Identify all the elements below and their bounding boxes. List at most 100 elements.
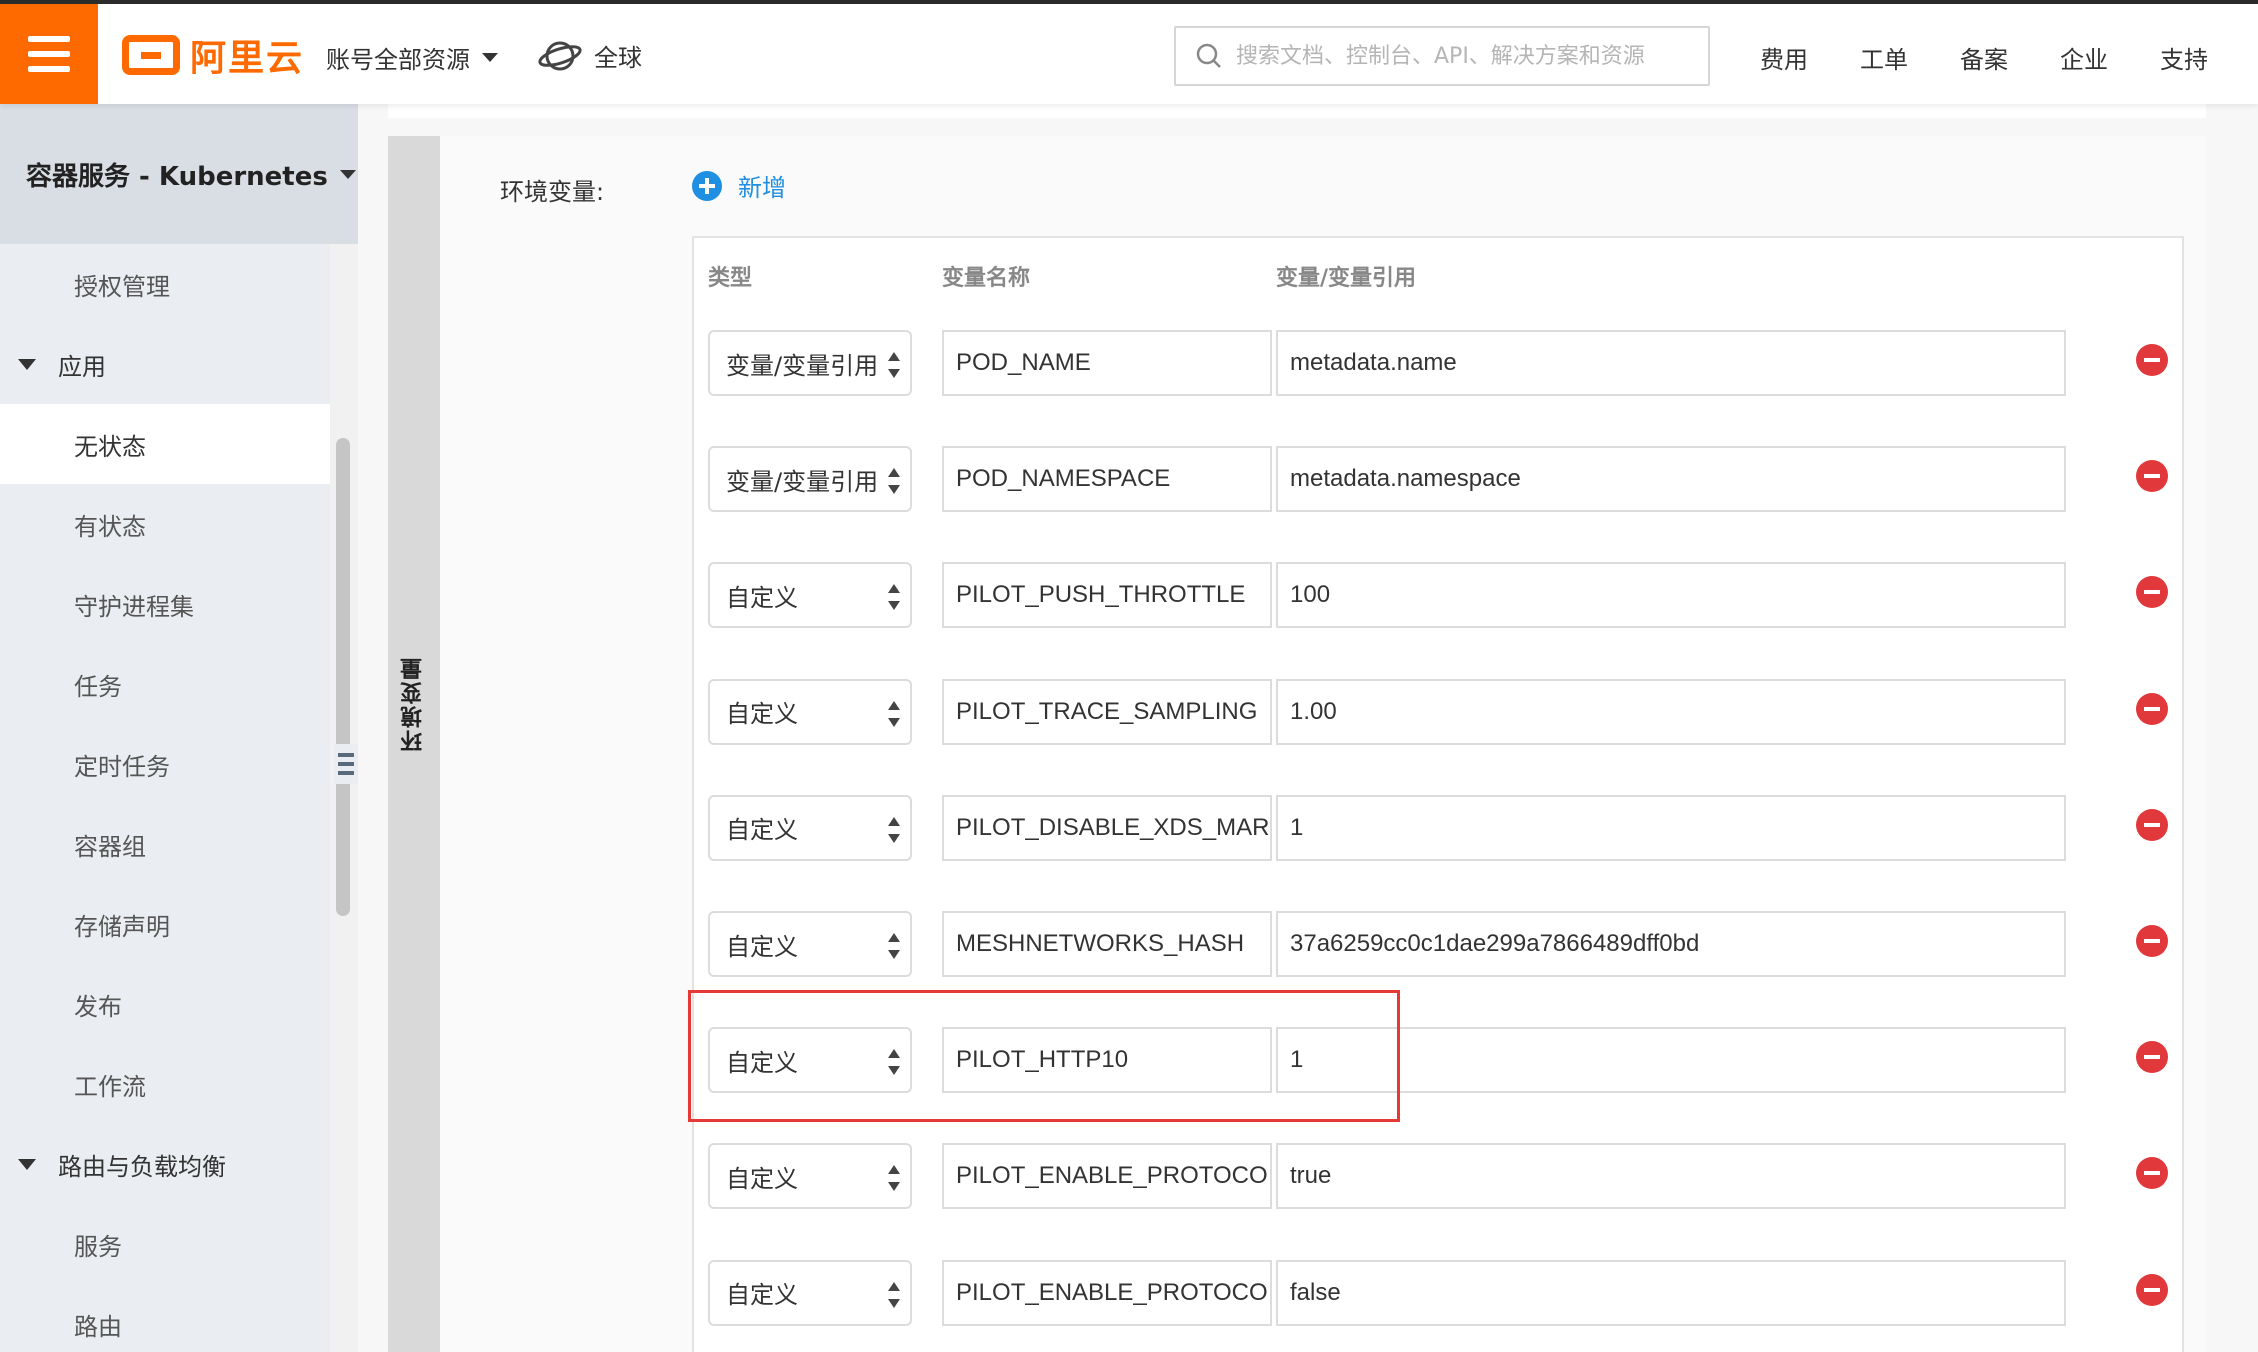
table-row: 自定义 PILOT_HTTP10 1 <box>694 1027 2186 1107</box>
remove-circle-icon[interactable] <box>2136 1273 2168 1306</box>
sidebar: 容器服务 - Kubernetes 授权管理 应用 无状态 有状态 守护进程集 任务 定时任… <box>0 104 358 1352</box>
var-value-input[interactable]: 1 <box>1276 1027 2066 1094</box>
var-value-input[interactable]: metadata.namespace <box>1276 446 2066 513</box>
table-row: 自定义 MESHNETWORKS_HASH 37a6259cc0c1dae299a7… <box>694 911 2186 991</box>
column-header-name: 变量名称 <box>942 266 1031 291</box>
region-selector[interactable]: 全球 <box>538 38 642 73</box>
sidebar-item[interactable]: 守护进程集 <box>0 564 330 644</box>
var-value-input[interactable]: 37a6259cc0c1dae299a7866489dff0bd <box>1276 911 2066 977</box>
top-link-filing[interactable]: 备案 <box>1960 40 2008 75</box>
type-select[interactable]: 自定义 <box>708 1027 912 1094</box>
column-header-type: 类型 <box>708 266 753 291</box>
type-select[interactable]: 自定义 <box>708 1259 912 1326</box>
top-link-enterprise[interactable]: 企业 <box>2060 40 2108 75</box>
type-select-value: 自定义 <box>726 816 798 845</box>
panel-tab-label: 环境变量 <box>401 656 426 752</box>
var-value-input[interactable]: metadata.name <box>1276 330 2066 396</box>
sidebar-item[interactable]: 存储声明 <box>0 884 330 964</box>
select-arrows-icon <box>888 352 900 378</box>
sidebar-item[interactable]: 定时任务 <box>0 724 330 804</box>
sidebar-scrollbar-thumb[interactable] <box>336 438 350 916</box>
sidebar-item[interactable]: 任务 <box>0 644 330 724</box>
remove-circle-icon[interactable] <box>2136 808 2168 841</box>
sidebar-collapse-icon[interactable] <box>334 744 358 784</box>
type-select-value: 自定义 <box>726 1281 798 1310</box>
type-select[interactable]: 变量/变量引用 <box>708 330 912 396</box>
sidebar-scrollbar[interactable] <box>330 244 358 1352</box>
caret-down-icon <box>18 1158 36 1170</box>
remove-circle-icon[interactable] <box>2136 344 2168 376</box>
sidebar-group[interactable]: 路由与负载均衡 <box>0 1124 330 1204</box>
sidebar-menu: 授权管理 应用 无状态 有状态 守护进程集 任务 定时任务 容器组 存储声明 发布 工作流 路由与负载… <box>0 244 330 1352</box>
menu-icon[interactable] <box>0 4 98 104</box>
type-select[interactable]: 自定义 <box>708 678 912 745</box>
table-row: 自定义 PILOT_ENABLE_PROTOCO true <box>694 1143 2186 1223</box>
select-arrows-icon <box>888 1049 900 1076</box>
remove-circle-icon[interactable] <box>2136 460 2168 493</box>
top-link-fees[interactable]: 费用 <box>1760 40 1808 75</box>
type-select[interactable]: 自定义 <box>708 1143 912 1210</box>
remove-circle-icon[interactable] <box>2136 576 2168 609</box>
var-value-input[interactable]: false <box>1276 1259 2066 1326</box>
sidebar-item[interactable]: 工作流 <box>0 1044 330 1124</box>
var-name-input[interactable]: MESHNETWORKS_HASH <box>942 911 1272 977</box>
type-select[interactable]: 变量/变量引用 <box>708 446 912 513</box>
env-var-panel: 环境变量 环境变量: 新增 类型 变量名称 变量/变量引用 变量/变量引用 POD… <box>388 136 2206 1352</box>
type-select[interactable]: 自定义 <box>708 911 912 977</box>
top-link-tickets[interactable]: 工单 <box>1860 40 1908 75</box>
type-select[interactable]: 自定义 <box>708 794 912 861</box>
globe-icon <box>538 41 582 70</box>
search-box[interactable] <box>1174 26 1710 86</box>
caret-down-icon <box>482 53 498 62</box>
product-title: 容器服务 - Kubernetes <box>26 161 328 192</box>
var-name-input[interactable]: PILOT_ENABLE_PROTOCO <box>942 1259 1272 1326</box>
caret-down-icon <box>339 169 356 179</box>
sidebar-item[interactable]: 授权管理 <box>0 244 330 324</box>
aliyun-logo-mark <box>122 35 180 75</box>
type-select-value: 自定义 <box>726 700 798 729</box>
sidebar-item[interactable]: 路由 <box>0 1284 330 1352</box>
top-nav-bar: 阿里云 账号全部资源 全球 费用 工单 备案 企业 支持 <box>0 0 2258 104</box>
remove-circle-icon[interactable] <box>2136 692 2168 725</box>
remove-circle-icon[interactable] <box>2136 1157 2168 1190</box>
var-value-input[interactable]: 1.00 <box>1276 678 2066 745</box>
sidebar-group[interactable]: 应用 <box>0 324 330 404</box>
product-switcher[interactable]: 容器服务 - Kubernetes <box>0 104 358 244</box>
var-name-input[interactable]: PILOT_ENABLE_PROTOCO <box>942 1143 1272 1210</box>
select-arrows-icon <box>888 700 900 727</box>
aliyun-logo[interactable]: 阿里云 <box>122 30 304 80</box>
type-select[interactable]: 自定义 <box>708 562 912 629</box>
select-arrows-icon <box>888 933 900 959</box>
sidebar-item[interactable]: 有状态 <box>0 484 330 564</box>
var-value-input[interactable]: 100 <box>1276 562 2066 629</box>
sidebar-item[interactable]: 服务 <box>0 1204 330 1284</box>
type-select-value: 自定义 <box>726 583 798 612</box>
type-select-value: 自定义 <box>726 1164 798 1193</box>
select-arrows-icon <box>888 816 900 843</box>
var-name-input[interactable]: PILOT_HTTP10 <box>942 1027 1272 1094</box>
var-name-input[interactable]: POD_NAME <box>942 330 1272 396</box>
sidebar-item[interactable]: 无状态 <box>0 404 330 484</box>
region-label: 全球 <box>594 44 642 72</box>
var-name-input[interactable]: PILOT_DISABLE_XDS_MAR <box>942 794 1272 861</box>
table-row: 自定义 PILOT_PUSH_THROTTLE 100 <box>694 562 2186 642</box>
type-select-value: 变量/变量引用 <box>726 351 879 380</box>
sidebar-item[interactable]: 容器组 <box>0 804 330 884</box>
top-link-support[interactable]: 支持 <box>2160 40 2208 75</box>
var-name-input[interactable]: PILOT_TRACE_SAMPLING <box>942 678 1272 745</box>
search-input[interactable] <box>1236 43 1676 69</box>
var-value-input[interactable]: 1 <box>1276 794 2066 861</box>
caret-down-icon <box>18 358 36 370</box>
var-name-input[interactable]: PILOT_PUSH_THROTTLE <box>942 562 1272 629</box>
sidebar-item[interactable]: 发布 <box>0 964 330 1044</box>
var-name-input[interactable]: POD_NAMESPACE <box>942 446 1272 513</box>
type-select-value: 自定义 <box>726 932 798 961</box>
plus-circle-icon <box>692 170 722 201</box>
remove-circle-icon[interactable] <box>2136 925 2168 957</box>
top-links: 费用 工单 备案 企业 支持 <box>1760 40 2208 75</box>
column-header-value: 变量/变量引用 <box>1276 266 1417 291</box>
var-value-input[interactable]: true <box>1276 1143 2066 1210</box>
resources-dropdown[interactable]: 账号全部资源 <box>326 40 498 75</box>
add-env-var-button[interactable]: 新增 <box>692 168 786 203</box>
remove-circle-icon[interactable] <box>2136 1041 2168 1074</box>
